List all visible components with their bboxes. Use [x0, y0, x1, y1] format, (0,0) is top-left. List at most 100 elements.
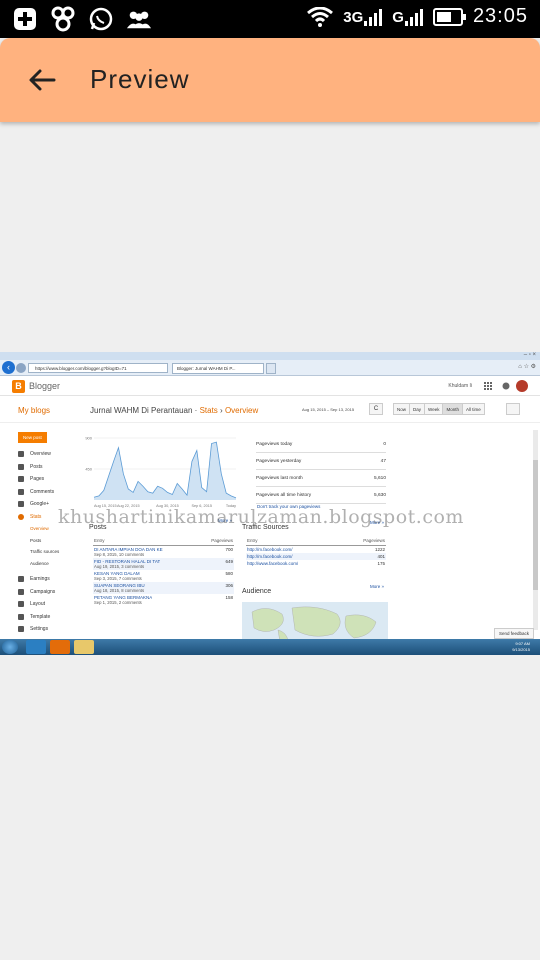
post-value: 580: [225, 571, 233, 576]
post-meta: Aug 18, 2015, 8 comments: [94, 588, 145, 593]
google-plus-icon: [18, 501, 24, 507]
my-blogs-link: My blogs: [18, 406, 51, 415]
address-bar: https://www.blogger.com/blogger.g?blogID…: [28, 363, 168, 373]
campaigns-icon: [18, 588, 24, 595]
post-title: PETANG YANG BERMAKNA Sep 1, 2015, 2 comme…: [94, 595, 152, 605]
pageviews-chart: 450 900 Aug 15, 2015 Aug 22, 2015 Aug 30, 20…: [78, 432, 238, 523]
system-status: 3G G 23:05: [307, 5, 528, 28]
post-title: SUAPAN SEORANG IBU Aug 18, 2015, 8 commen…: [94, 583, 145, 593]
firefox-taskbar-icon: [50, 640, 70, 654]
sidebar-item-overview: Overview: [18, 450, 78, 463]
post-meta: Sep 8, 2015, 10 comments: [94, 552, 145, 557]
table-row: FID - RESTORAN HALAL DI TAT Aug 19, 2015,…: [93, 558, 234, 570]
traffic-url: http://m.facebook.com/: [247, 554, 293, 559]
posts-icon: [18, 463, 24, 470]
table-row: http://m.facebook.com/401: [246, 553, 386, 560]
arrow-left-icon[interactable]: [26, 64, 58, 96]
col-entry: Entry: [247, 538, 258, 543]
summary-value: 47: [380, 458, 386, 464]
window-controls: – ▫ ×: [523, 352, 536, 358]
browser-forward-icon: [16, 363, 26, 373]
traffic-value: 1222: [374, 547, 385, 552]
notifications-icon: [502, 382, 510, 390]
sidebar-item-layout: Layout: [18, 600, 78, 613]
post-meta: Sep 3, 2015, 7 comments: [94, 576, 142, 581]
post-value: 649: [225, 559, 233, 564]
browser-back-icon: ‹: [2, 361, 15, 374]
apps-grid-icon: [484, 382, 492, 390]
new-post-button: New post: [18, 432, 47, 443]
y-tick-label: 450: [85, 467, 92, 472]
sidebar-item-label: Overview: [30, 451, 51, 457]
post-title: KESAN YANG DALAM Sep 3, 2015, 7 comments: [94, 571, 142, 581]
pageviews-chart-svg: 450900Aug 15, 2015 Aug 22, 2015 Aug 30, 20…: [85, 436, 237, 508]
sidebar-item-label: Posts: [30, 463, 43, 470]
summary-row: Pageviews yesterday 47: [256, 453, 386, 470]
world-map: [242, 602, 388, 642]
series-area: [94, 442, 236, 500]
signal-3g: 3G: [343, 8, 383, 26]
whatsapp-icon: [88, 6, 114, 32]
ie-taskbar-icon: [26, 640, 46, 654]
watermark: khushartinikamarulzaman.blogspot.com: [58, 506, 464, 528]
summary-row: Pageviews last month 5,610: [256, 470, 386, 487]
new-tab-icon: [266, 363, 276, 374]
table-row: http://www.facebook.com/175: [246, 560, 386, 567]
table-row: PETANG YANG BERMAKNA Sep 1, 2015, 2 comme…: [93, 594, 234, 606]
post-value: 158: [225, 595, 233, 600]
breadcrumb-overview: Overview: [224, 406, 259, 415]
send-feedback-button: Send feedback: [493, 628, 534, 639]
summary-label: Pageviews today: [256, 441, 293, 447]
browser-toolbar: ‹ https://www.blogger.com/blogger.g?blog…: [0, 360, 540, 376]
sidebar-item-campaigns: Campaigns: [18, 588, 78, 601]
windows-start-icon: [2, 640, 18, 654]
sidebar-sub-posts: Posts: [30, 537, 42, 543]
sidebar-item-label: Stats: [30, 513, 42, 520]
post-value: 306: [225, 583, 233, 588]
browser-titlebar: – ▫ ×: [0, 352, 540, 360]
wifi-icon: [307, 6, 334, 27]
traffic-more-link: More »: [370, 584, 385, 589]
post-title: DI ANTARA IMPIAN DOA DAN KE Sep 8, 2015, …: [94, 547, 163, 557]
range-day: Day: [409, 403, 426, 415]
col-entry: Entry: [94, 538, 105, 543]
avatar: [516, 380, 528, 392]
tray-time: 9:07 AM: [515, 641, 530, 646]
sidebar-item-comments: Comments: [18, 488, 78, 501]
post-value: 700: [225, 547, 233, 552]
stats-icon: [18, 513, 24, 520]
sidebar-item-label: Earnings: [30, 576, 50, 582]
table-row: DI ANTARA IMPIAN DOA DAN KE Sep 8, 2015, …: [93, 546, 234, 558]
blogger-brand: Blogger: [29, 381, 61, 391]
windows-taskbar: 9:07 AM 9/13/2015: [0, 639, 540, 655]
traffic-url: http://m.facebook.com/: [247, 547, 293, 552]
status-bar: 3G G 23:05: [0, 0, 540, 38]
summary-value: 0: [383, 441, 386, 447]
range-buttons: Now Day Week Month All time: [393, 403, 485, 415]
y-tick-label: 900: [85, 436, 92, 441]
wrench-icon: [18, 626, 24, 632]
sidebar-item-label: Comments: [30, 488, 55, 495]
notification-icons: [12, 6, 152, 32]
table-header: Entry Pageviews: [246, 537, 386, 546]
group-icon: [126, 6, 152, 32]
traffic-value: 175: [377, 561, 385, 566]
sidebar-item-label: Settings: [30, 626, 49, 632]
breadcrumb-sep: ·: [194, 406, 198, 415]
col-pageviews: Pageviews: [363, 538, 385, 543]
comments-icon: [18, 488, 24, 495]
app-bar: Preview: [0, 38, 540, 122]
summary-label: Pageviews all time history: [256, 492, 312, 498]
sidebar-item-label: Campaigns: [30, 588, 56, 595]
page-scrollbar: [533, 430, 538, 630]
preview-image: – ▫ × ‹ https://www.blogger.com/blogger.…: [0, 352, 540, 655]
blogger-header: B Blogger Khuldam Ii: [0, 376, 540, 396]
post-title: FID - RESTORAN HALAL DI TAT Aug 19, 2015,…: [94, 559, 160, 569]
summary-value: 5,610: [373, 475, 386, 481]
home-icon: [18, 451, 24, 457]
date-range: Aug 15, 2015 – Sep 13, 2015: [302, 407, 355, 412]
summary-row: Pageviews all time history 5,630: [256, 487, 386, 504]
sidebar-item-label: Layout: [30, 601, 46, 607]
tray-date: 9/13/2015: [512, 646, 530, 652]
sidebar-item-earnings: Earnings: [18, 575, 78, 588]
